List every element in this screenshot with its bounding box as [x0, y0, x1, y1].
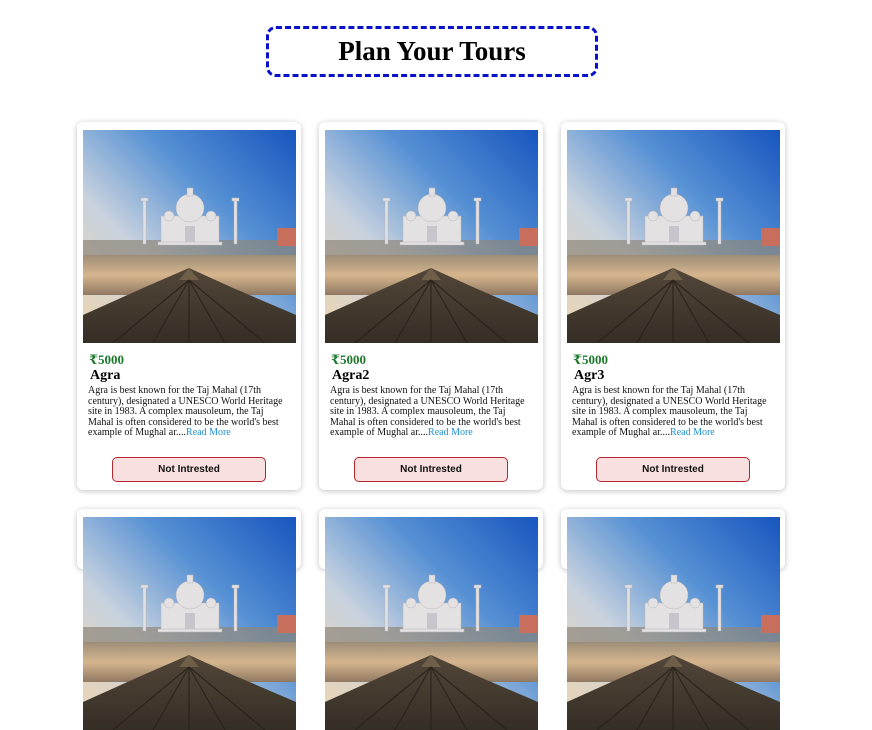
taj-mahal-image	[325, 130, 538, 343]
read-more-link[interactable]: Read More	[670, 427, 715, 438]
tour-card	[561, 509, 785, 730]
page-title-box: Plan Your Tours	[266, 26, 598, 77]
taj-mahal-image	[567, 130, 780, 343]
tour-description: Agra is best known for the Taj Mahal (17…	[88, 385, 290, 439]
tour-description: Agra is best known for the Taj Mahal (17…	[572, 385, 774, 439]
read-more-link[interactable]: Read More	[428, 427, 473, 438]
taj-mahal-image	[83, 130, 296, 343]
tour-price: ₹5000	[331, 352, 367, 367]
tour-card: ₹5000 Agra Agra is best known for the Ta…	[77, 122, 301, 490]
taj-mahal-image	[325, 517, 538, 730]
tour-description: Agra is best known for the Taj Mahal (17…	[330, 385, 532, 439]
page-title: Plan Your Tours	[338, 36, 526, 66]
tour-card-grid: ₹5000 Agra Agra is best known for the Ta…	[77, 122, 785, 730]
not-interested-button[interactable]: Not Intrested	[354, 457, 508, 482]
tour-name: Agra2	[332, 368, 370, 383]
tour-card: ₹5000 Agr3 Agra is best known for the Ta…	[561, 122, 785, 490]
taj-mahal-image	[567, 517, 780, 730]
tour-price: ₹5000	[89, 352, 125, 367]
tour-card: ₹5000 Agra2 Agra is best known for the T…	[319, 122, 543, 490]
tour-card	[319, 509, 543, 730]
tour-price: ₹5000	[573, 352, 609, 367]
not-interested-button[interactable]: Not Intrested	[596, 457, 750, 482]
tour-name: Agra	[90, 368, 121, 383]
tour-name: Agr3	[574, 368, 605, 383]
tour-card	[77, 509, 301, 730]
read-more-link[interactable]: Read More	[186, 427, 231, 438]
not-interested-button[interactable]: Not Intrested	[112, 457, 266, 482]
taj-mahal-image	[83, 517, 296, 730]
